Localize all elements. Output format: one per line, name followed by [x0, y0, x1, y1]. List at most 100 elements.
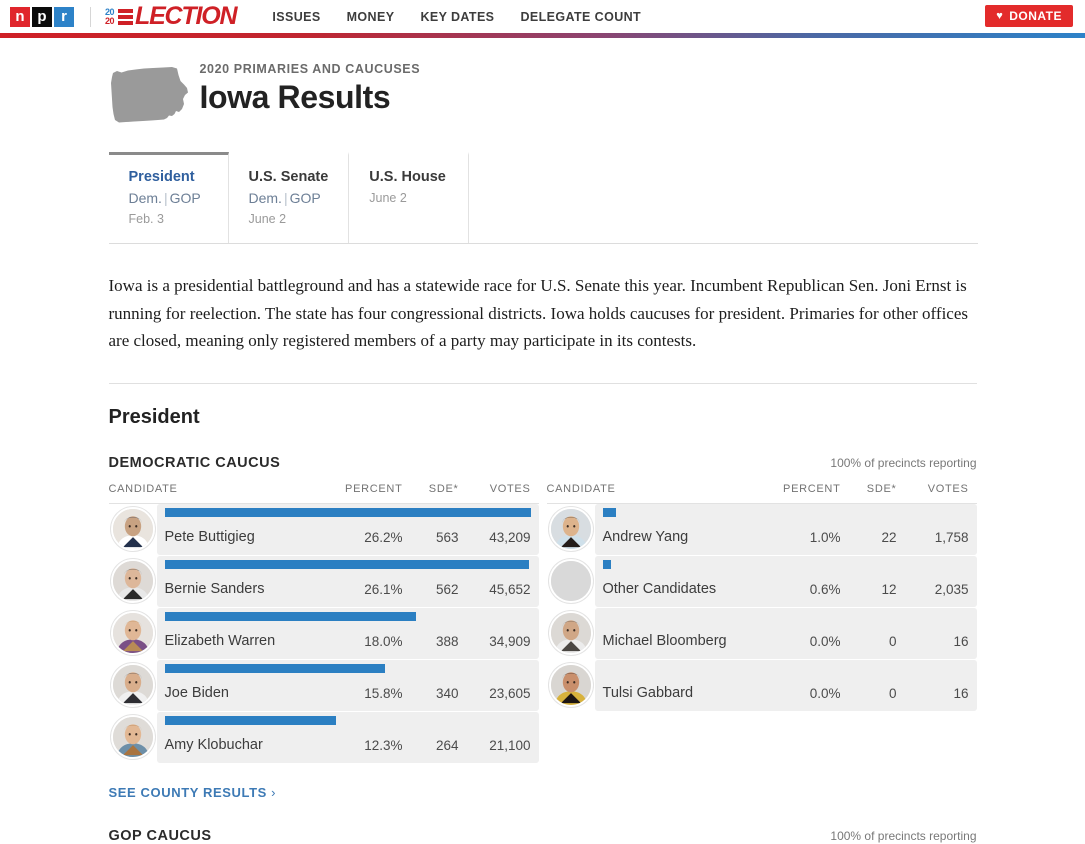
- table-row[interactable]: Elizabeth Warren 18.0% 388 34,909: [109, 607, 539, 659]
- nav-link-delegate-count[interactable]: DELEGATE COUNT: [520, 10, 641, 24]
- candidate-percent: 26.2%: [364, 529, 403, 545]
- candidate-name: Bernie Sanders: [164, 581, 265, 598]
- tab-us-senate-gop-link[interactable]: GOP: [290, 190, 321, 206]
- column-header-percent: PERCENT: [345, 482, 403, 495]
- election-wordmark: LECTION: [135, 2, 238, 30]
- bernie-sanders-photo: [110, 559, 155, 604]
- results-columns: CANDIDATE PERCENT SDE* VOTES Pete Buttig…: [108, 482, 978, 763]
- nav-link-key-dates[interactable]: KEY DATES: [420, 10, 494, 24]
- tab-us-senate[interactable]: U.S. Senate Dem. | GOP June 2: [229, 152, 350, 244]
- npr-logo-letter-r: r: [54, 6, 74, 27]
- table-row[interactable]: Bernie Sanders 26.1% 562 45,652: [109, 555, 539, 607]
- tab-us-senate-date: June 2: [248, 212, 287, 227]
- tab-president[interactable]: President Dem. | GOP Feb. 3: [108, 152, 229, 244]
- row-content: Elizabeth Warren 18.0% 388 34,909: [155, 617, 539, 649]
- candidate-votes: 16: [953, 633, 969, 649]
- tab-president-dem-link[interactable]: Dem.: [129, 190, 162, 206]
- andrew-yang-photo: [548, 507, 593, 552]
- candidate-percent: 1.0%: [809, 529, 841, 545]
- table-row[interactable]: Joe Biden 15.8% 340 23,605: [109, 659, 539, 711]
- page-header: 2020 PRIMARIES AND CAUCUSES Iowa Results: [108, 38, 978, 126]
- nav-links: ISSUES MONEY KEY DATES DELEGATE COUNT: [272, 10, 641, 24]
- row-content: Pete Buttigieg 26.2% 563 43,209: [155, 513, 539, 545]
- row-content: Andrew Yang 1.0% 22 1,758: [593, 513, 977, 545]
- nav-divider: [90, 6, 91, 27]
- row-content: Joe Biden 15.8% 340 23,605: [155, 669, 539, 701]
- state-description: Iowa is a presidential battleground and …: [108, 276, 969, 351]
- page-title: Iowa Results: [199, 79, 391, 115]
- tab-president-date: Feb. 3: [128, 212, 164, 227]
- race-tabs: President Dem. | GOP Feb. 3 U.S. Senate De…: [108, 152, 978, 245]
- row-content: Tulsi Gabbard 0.0% 0 16: [593, 669, 977, 701]
- donate-button[interactable]: ♥ DONATE: [985, 5, 1073, 27]
- results-column-left: CANDIDATE PERCENT SDE* VOTES Pete Buttig…: [108, 482, 539, 763]
- candidate-sde: 563: [435, 529, 459, 545]
- candidate-sde: 22: [881, 529, 897, 545]
- column-header-sde-2: SDE*: [866, 482, 897, 495]
- tab-us-senate-label: U.S. Senate: [248, 169, 329, 185]
- table-row[interactable]: Pete Buttigieg 26.2% 563 43,209: [109, 503, 539, 555]
- candidate-votes: 45,652: [489, 581, 531, 597]
- candidate-percent: 0.0%: [809, 633, 841, 649]
- gop-caucus-label: GOP CAUCUS: [108, 827, 212, 844]
- nav-link-money[interactable]: MONEY: [347, 10, 395, 24]
- table-row[interactable]: Other Candidates 0.6% 12 2,035: [547, 555, 977, 607]
- candidate-percent: 0.0%: [809, 685, 841, 701]
- table-row[interactable]: Amy Klobuchar 12.3% 264 21,100: [109, 711, 539, 763]
- candidate-sde: 264: [435, 737, 459, 753]
- top-navigation-bar: n p r 20 20 LECTION ISSUES MONEY KEY DAT…: [0, 0, 1085, 33]
- column-header-candidate: CANDIDATE: [108, 482, 178, 495]
- michael-bloomberg-photo: [548, 611, 593, 656]
- election-2020-logo[interactable]: 20 20 LECTION: [105, 2, 238, 30]
- candidate-percent: 15.8%: [364, 685, 403, 701]
- table-row[interactable]: Andrew Yang 1.0% 22 1,758: [547, 503, 977, 555]
- democratic-caucus-header: DEMOCRATIC CAUCUS 100% of precincts repo…: [109, 455, 977, 471]
- nav-link-issues[interactable]: ISSUES: [272, 10, 320, 24]
- heart-icon: ♥: [996, 9, 1004, 22]
- candidate-percent: 12.3%: [364, 737, 403, 753]
- tab-president-label: President: [128, 169, 195, 185]
- section-divider: [108, 382, 977, 384]
- page-body: 2020 PRIMARIES AND CAUCUSES Iowa Results…: [0, 38, 1085, 844]
- tab-us-senate-dem-link[interactable]: Dem.: [249, 190, 282, 206]
- tab-president-gop-link[interactable]: GOP: [170, 190, 201, 206]
- tab-us-house-date: June 2: [369, 191, 407, 206]
- candidate-votes: 1,758: [934, 529, 969, 545]
- candidate-percent: 26.1%: [364, 581, 403, 597]
- tab-us-house[interactable]: U.S. House June 2: [349, 152, 470, 244]
- results-section-title: President: [108, 405, 200, 428]
- candidate-name: Michael Bloomberg: [602, 633, 727, 650]
- npr-logo-letter-p: p: [32, 6, 52, 27]
- column-header-candidate-2: CANDIDATE: [546, 482, 616, 495]
- tab-president-party-sep: |: [163, 190, 168, 207]
- candidate-percent: 18.0%: [364, 633, 403, 649]
- election-year-stack: 20 20: [105, 7, 115, 26]
- candidate-votes: 34,909: [489, 633, 531, 649]
- candidate-votes: 43,209: [489, 529, 531, 545]
- npr-logo-letter-n: n: [10, 6, 30, 27]
- joe-biden-photo: [110, 663, 155, 708]
- see-county-results-link[interactable]: SEE COUNTY RESULTS ›: [109, 785, 277, 800]
- gop-caucus-header: GOP CAUCUS 100% of precincts reporting: [109, 828, 977, 844]
- candidate-percent: 0.6%: [809, 581, 841, 597]
- donate-button-label: DONATE: [1009, 9, 1062, 23]
- table-row[interactable]: Tulsi Gabbard 0.0% 0 16: [547, 659, 977, 711]
- table-row[interactable]: Michael Bloomberg 0.0% 0 16: [547, 607, 977, 659]
- candidate-votes: 16: [953, 685, 969, 701]
- candidate-sde: 0: [888, 633, 897, 649]
- democratic-caucus-reporting: 100% of precincts reporting: [830, 455, 977, 470]
- candidate-votes: 21,100: [489, 737, 531, 753]
- placeholder-avatar: [548, 559, 593, 604]
- row-content: Bernie Sanders 26.1% 562 45,652: [155, 565, 539, 597]
- npr-logo[interactable]: n p r: [10, 6, 74, 27]
- candidate-name: Joe Biden: [164, 685, 230, 702]
- results-table-header-right: CANDIDATE PERCENT SDE* VOTES: [546, 482, 977, 504]
- column-header-sde: SDE*: [428, 482, 459, 495]
- results-rows-left: Pete Buttigieg 26.2% 563 43,209 Bernie Sande…: [109, 503, 539, 763]
- results-rows-right: Andrew Yang 1.0% 22 1,758 Other Candidates 0.…: [547, 503, 977, 711]
- tab-us-senate-parties: Dem. | GOP: [249, 188, 329, 209]
- tab-us-senate-party-sep: |: [283, 190, 288, 207]
- candidate-sde: 388: [435, 633, 459, 649]
- results-column-right: CANDIDATE PERCENT SDE* VOTES Andrew Yang…: [546, 482, 977, 763]
- results-table-header-left: CANDIDATE PERCENT SDE* VOTES: [108, 482, 539, 504]
